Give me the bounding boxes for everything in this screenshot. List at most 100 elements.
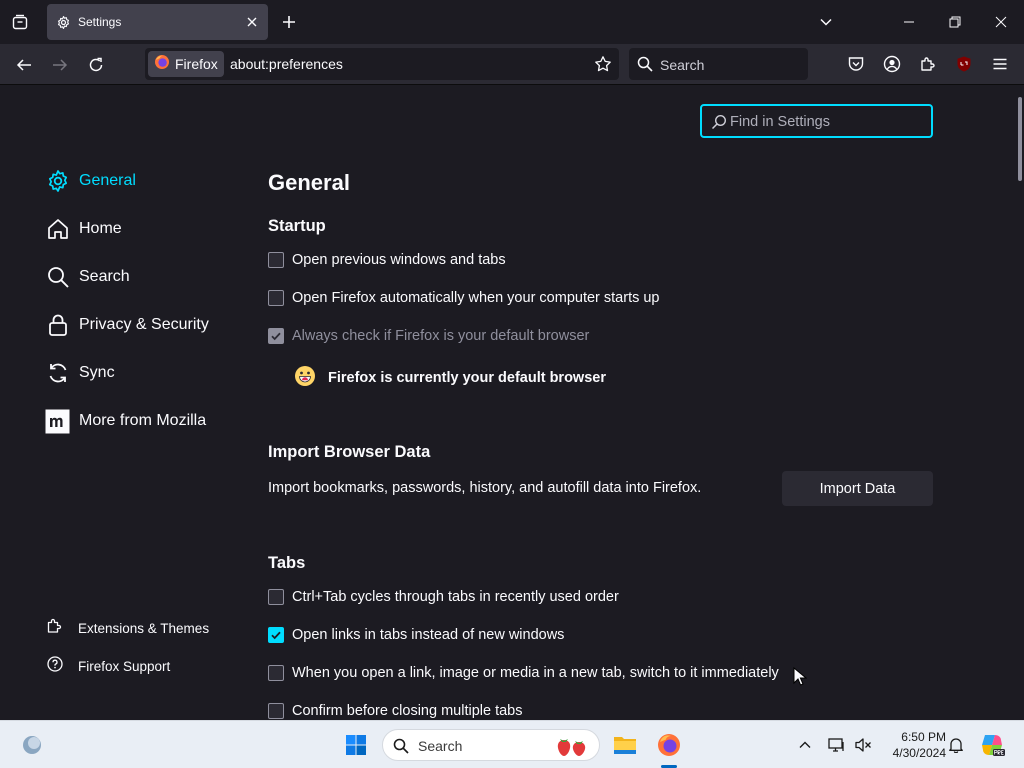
pocket-icon[interactable] xyxy=(845,53,867,75)
puzzle-icon xyxy=(46,617,64,640)
windows-start-icon[interactable] xyxy=(344,733,368,757)
identity-box[interactable]: Firefox xyxy=(148,51,224,77)
sidebar-item-privacy[interactable]: Privacy & Security xyxy=(45,309,209,341)
volume-muted-icon[interactable] xyxy=(852,735,874,755)
identity-label: Firefox xyxy=(175,56,218,72)
find-in-settings-input[interactable]: Find in Settings xyxy=(700,104,933,138)
checkbox[interactable] xyxy=(268,703,284,719)
tab-settings[interactable]: Settings xyxy=(47,4,268,40)
tab-title: Settings xyxy=(78,15,122,29)
file-explorer-icon[interactable] xyxy=(612,732,638,758)
sidebar-item-more-from-mozilla[interactable]: More from Mozilla xyxy=(45,405,206,437)
page-title: General xyxy=(268,170,350,195)
gear-icon xyxy=(45,169,70,194)
import-description: Import bookmarks, passwords, history, an… xyxy=(268,480,702,496)
checkbox-label: Confirm before closing multiple tabs xyxy=(292,703,523,719)
url-bar[interactable]: Firefox about:preferences xyxy=(145,48,619,80)
extensions-icon[interactable] xyxy=(917,53,939,75)
sidebar-item-label: Privacy & Security xyxy=(79,316,209,333)
account-icon[interactable] xyxy=(881,53,903,75)
extensions-themes-label: Extensions & Themes xyxy=(78,620,210,636)
scrollbar[interactable] xyxy=(1018,97,1022,181)
open-links-in-tabs-checkbox[interactable]: Open links in tabs instead of new window… xyxy=(268,625,564,645)
search-icon xyxy=(45,265,70,290)
taskbar: Search 6:50 PM 4/30/2024 xyxy=(0,720,1024,768)
new-tab-button[interactable] xyxy=(279,12,299,32)
sidebar-item-label: Search xyxy=(79,268,130,285)
default-browser-text: Firefox is currently your default browse… xyxy=(328,370,606,386)
back-button[interactable] xyxy=(11,52,37,78)
always-check-default-checkbox: Always check if Firefox is your default … xyxy=(268,326,589,346)
sidebar-item-sync[interactable]: Sync xyxy=(45,357,115,389)
sidebar-item-search[interactable]: Search xyxy=(45,261,130,293)
checkbox[interactable] xyxy=(268,665,284,681)
checkbox-label: Ctrl+Tab cycles through tabs in recently… xyxy=(292,589,619,605)
taskbar-search-input[interactable]: Search xyxy=(382,729,600,761)
happy-face-icon xyxy=(294,365,316,392)
search-placeholder: Search xyxy=(660,57,705,73)
import-heading: Import Browser Data xyxy=(268,443,431,461)
firefox-logo-icon xyxy=(154,54,170,75)
gear-icon xyxy=(55,14,71,30)
checkbox[interactable] xyxy=(268,290,284,306)
startup-heading: Startup xyxy=(268,217,326,235)
checkbox[interactable] xyxy=(268,589,284,605)
clock-time: 6:50 PM xyxy=(901,730,946,744)
settings-page: Find in Settings General Home Search Pri… xyxy=(0,85,1024,720)
notification-bell-icon[interactable] xyxy=(946,735,966,755)
sidebar-item-label: General xyxy=(79,172,136,189)
reload-button[interactable] xyxy=(83,52,109,78)
checkbox-label: When you open a link, image or media in … xyxy=(292,665,779,681)
chevron-down-icon[interactable] xyxy=(814,10,838,34)
open-automatically-checkbox[interactable]: Open Firefox automatically when your com… xyxy=(268,288,660,308)
open-previous-windows-checkbox[interactable]: Open previous windows and tabs xyxy=(268,250,506,270)
search-bar[interactable]: Search xyxy=(629,48,808,80)
search-icon xyxy=(637,56,653,72)
checkbox xyxy=(268,328,284,344)
firefox-support-link[interactable]: Firefox Support xyxy=(46,655,170,677)
checkbox-label: Open previous windows and tabs xyxy=(292,252,506,268)
chevron-up-icon[interactable] xyxy=(795,735,815,755)
forward-button[interactable] xyxy=(47,52,73,78)
confirm-closing-tabs-checkbox[interactable]: Confirm before closing multiple tabs xyxy=(268,701,523,720)
nav-bar: Firefox about:preferences Search xyxy=(0,44,1024,85)
mozilla-icon xyxy=(45,409,70,434)
switch-to-new-tab-checkbox[interactable]: When you open a link, image or media in … xyxy=(268,663,779,683)
close-window-button[interactable] xyxy=(989,10,1013,34)
star-icon[interactable] xyxy=(593,54,613,74)
checkbox[interactable] xyxy=(268,627,284,643)
weather-icon[interactable] xyxy=(20,733,44,757)
sidebar-item-label: Sync xyxy=(79,364,115,381)
sidebar-item-label: More from Mozilla xyxy=(79,412,207,429)
extensions-themes-link[interactable]: Extensions & Themes xyxy=(46,617,209,639)
checkbox-label: Open links in tabs instead of new window… xyxy=(292,627,565,643)
sync-icon xyxy=(45,361,70,386)
search-icon xyxy=(393,738,409,754)
sidebar-item-general[interactable]: General xyxy=(45,165,136,197)
mouse-cursor-icon xyxy=(793,667,807,686)
menu-icon[interactable] xyxy=(989,53,1011,75)
checkbox-label: Open Firefox automatically when your com… xyxy=(292,290,660,306)
tab-strip: Settings xyxy=(0,0,1024,44)
ublock-icon[interactable] xyxy=(953,53,975,75)
lock-icon xyxy=(45,313,70,338)
network-icon[interactable] xyxy=(826,735,848,755)
url-text[interactable]: about:preferences xyxy=(230,56,343,72)
close-icon[interactable] xyxy=(244,14,260,30)
sidebar-item-home[interactable]: Home xyxy=(45,213,122,245)
firefox-support-label: Firefox Support xyxy=(78,658,171,674)
copilot-icon[interactable] xyxy=(978,731,1006,759)
restore-button[interactable] xyxy=(943,10,967,34)
clock-date: 4/30/2024 xyxy=(892,746,946,760)
default-browser-status: Firefox is currently your default browse… xyxy=(294,365,606,392)
import-data-button[interactable]: Import Data xyxy=(782,471,933,506)
checkbox[interactable] xyxy=(268,252,284,268)
search-icon xyxy=(711,114,727,130)
ctrl-tab-checkbox[interactable]: Ctrl+Tab cycles through tabs in recently… xyxy=(268,587,619,607)
find-placeholder: Find in Settings xyxy=(730,114,830,130)
firefox-taskbar-icon[interactable] xyxy=(656,732,682,758)
list-all-tabs-icon[interactable] xyxy=(8,10,32,34)
system-clock[interactable]: 6:50 PM 4/30/2024 xyxy=(880,729,946,761)
minimize-button[interactable] xyxy=(897,10,921,34)
sidebar-item-label: Home xyxy=(79,220,122,237)
